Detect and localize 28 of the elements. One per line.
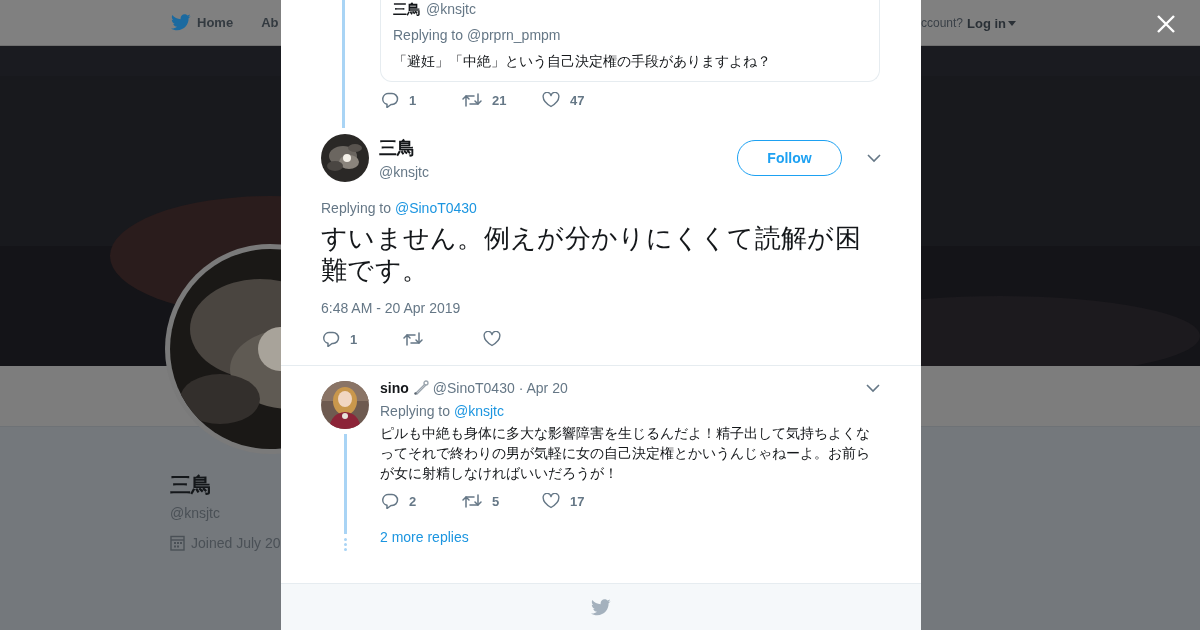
tweet-text: ピルも中絶も身体に多大な影響障害を生じるんだよ！精子出して気持ちよくなってそれで終わりの男が気軽に女の自己決定権とかいうんじゃねーよ。お前らが女に射精しなければいいだろうが！ — [380, 424, 871, 483]
home-link[interactable]: Home — [171, 14, 234, 31]
reply-icon[interactable] — [382, 493, 399, 509]
action-count: 5 — [492, 493, 500, 509]
close-icon[interactable] — [1157, 15, 1175, 33]
action-count: 17 — [570, 493, 585, 509]
caret-icon — [1008, 20, 1017, 26]
author-handle: @knsjtc — [426, 1, 476, 17]
safety-pin-icon — [412, 380, 429, 396]
mention-link[interactable]: @knsjtc — [453, 403, 504, 419]
chevron-down-icon[interactable] — [866, 384, 880, 393]
retweet-icon[interactable] — [462, 493, 482, 509]
tweet-date: · Apr 20 — [518, 380, 568, 396]
action-count: 2 — [409, 493, 417, 509]
profile-name: 三鳥 — [170, 472, 212, 498]
author-handle: @SinoT0430 — [432, 380, 515, 396]
replying-to-text: Replying to @knsjtc — [380, 403, 505, 419]
replying-to-text: Replying to @prprn_pmpm — [393, 27, 562, 43]
about-link[interactable]: Ab — [261, 15, 279, 30]
author-name: sino — [380, 380, 409, 396]
account-prompt: ccount? — [921, 16, 964, 30]
heart-icon[interactable] — [542, 493, 560, 509]
twitter-bird-icon — [591, 598, 611, 616]
twitter-bird-icon — [171, 14, 191, 31]
author-name: 三鳥 — [393, 1, 421, 19]
more-replies-link[interactable]: 2 more replies — [380, 529, 881, 545]
login-link[interactable]: Log in — [967, 15, 1017, 31]
calendar-icon — [170, 535, 185, 551]
